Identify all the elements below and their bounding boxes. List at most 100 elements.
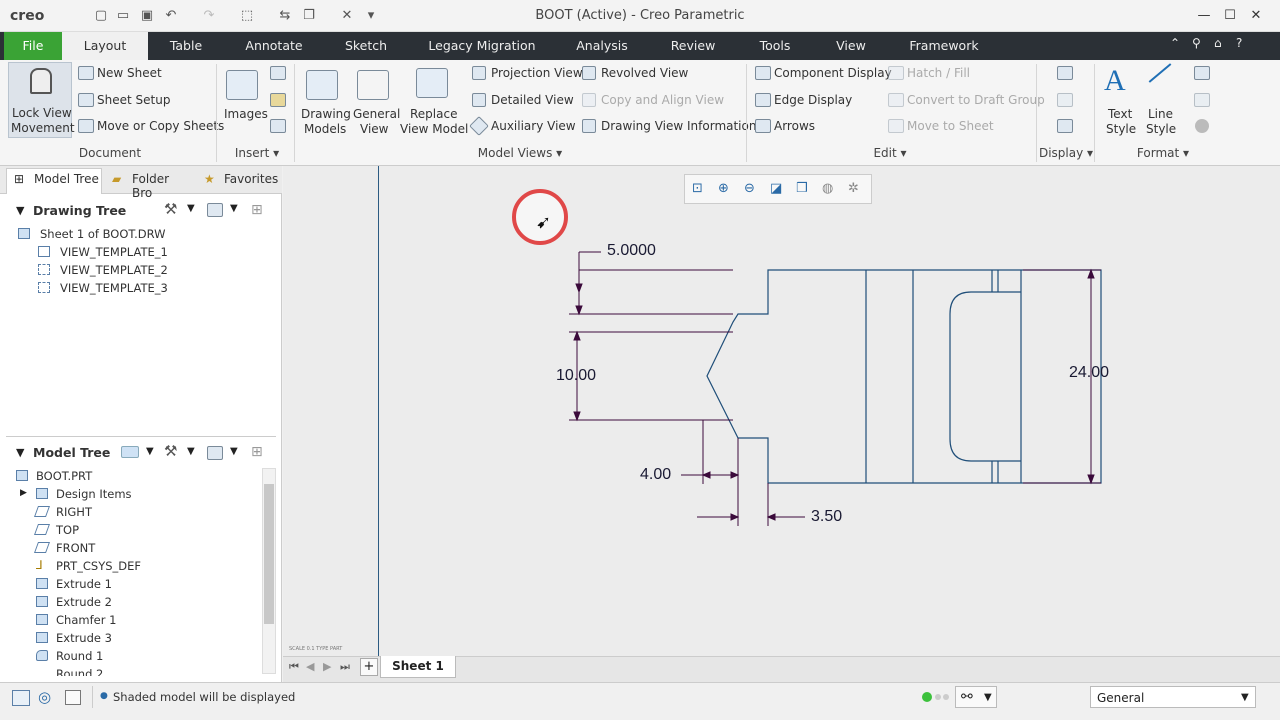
display-style-icon[interactable] xyxy=(121,446,139,458)
display-option-3-icon[interactable] xyxy=(1057,119,1073,133)
drawing-view-information-button[interactable]: Drawing View Information xyxy=(601,119,756,133)
arrows-button[interactable]: Arrows xyxy=(774,119,815,133)
tab-framework[interactable]: Framework xyxy=(898,32,990,60)
collapse-ribbon-icon[interactable]: ⌃ xyxy=(1170,36,1180,50)
tab-file[interactable]: File xyxy=(4,32,62,60)
model-tree-columns-icon[interactable] xyxy=(207,446,223,460)
group-display-label[interactable]: Display ▾ xyxy=(1036,146,1096,160)
display-option-1-icon[interactable] xyxy=(1057,66,1073,80)
format-option-3-icon[interactable] xyxy=(1195,119,1209,133)
help-icon[interactable]: ? xyxy=(1236,36,1242,50)
group-edit-label[interactable]: Edit ▾ xyxy=(860,146,920,160)
model-tree-settings-icon[interactable]: ⚒ xyxy=(164,442,177,460)
tree-item-top[interactable]: TOP xyxy=(56,523,79,537)
filter-chevron-icon[interactable]: ▼ xyxy=(1241,692,1249,703)
hatch-fill-button[interactable]: Hatch / Fill xyxy=(907,66,970,80)
tree-item-view-template-1[interactable]: VIEW_TEMPLATE_1 xyxy=(60,245,168,259)
add-sheet-button[interactable]: + xyxy=(360,658,378,676)
dimension-5[interactable]: 5.0000 xyxy=(607,242,656,260)
dimension-3-5[interactable]: 3.50 xyxy=(811,508,842,526)
prev-sheet-icon[interactable]: ◀ xyxy=(306,660,314,673)
next-sheet-icon[interactable]: ▶ xyxy=(323,660,331,673)
model-tree-filter-icon[interactable]: ⊞ xyxy=(251,444,263,460)
drawing-view[interactable]: SCALE 0.1 TYPE PART xyxy=(283,166,1280,656)
auxiliary-view-button[interactable]: Auxiliary View xyxy=(491,119,576,133)
tab-favorites[interactable]: Favorites xyxy=(224,172,278,186)
tree-item-chamfer-1[interactable]: Chamfer 1 xyxy=(56,613,116,627)
edge-display-button[interactable]: Edge Display xyxy=(774,93,852,107)
tree-item-extrude-1[interactable]: Extrude 1 xyxy=(56,577,112,591)
search-icon[interactable]: ⚲ xyxy=(1192,36,1201,50)
tree-columns-chevron-icon[interactable]: ▼ xyxy=(230,203,238,214)
revolved-view-button[interactable]: Revolved View xyxy=(601,66,688,80)
tree-settings-icon[interactable]: ⚒ xyxy=(164,200,177,218)
dimension-24[interactable]: 24.00 xyxy=(1069,364,1109,382)
tree-item-front[interactable]: FRONT xyxy=(56,541,95,555)
show-navigator-icon[interactable] xyxy=(12,690,30,706)
drawing-models-button[interactable]: Drawing xyxy=(301,107,351,121)
projection-view-button[interactable]: Projection View xyxy=(491,66,583,80)
display-option-2-icon[interactable] xyxy=(1057,93,1073,107)
detailed-view-button[interactable]: Detailed View xyxy=(491,93,574,107)
tree-item-view-template-2[interactable]: VIEW_TEMPLATE_2 xyxy=(60,263,168,277)
replace-view-model-button[interactable]: Replace xyxy=(410,107,457,121)
first-sheet-icon[interactable]: ⏮ xyxy=(289,660,299,674)
find-chevron-icon[interactable]: ▼ xyxy=(984,692,992,703)
tree-item-round-2[interactable]: Round 2 xyxy=(56,668,103,676)
tree-item-extrude-2[interactable]: Extrude 2 xyxy=(56,595,112,609)
tree-item-right[interactable]: RIGHT xyxy=(56,505,92,519)
format-option-2-icon[interactable] xyxy=(1194,93,1210,107)
tree-item-extrude-3[interactable]: Extrude 3 xyxy=(56,631,112,645)
dimension-10[interactable]: 10.00 xyxy=(556,367,596,385)
close-icon[interactable]: ✕ xyxy=(1246,6,1266,26)
tab-layout[interactable]: Layout xyxy=(62,32,148,60)
group-insert-label[interactable]: Insert ▾ xyxy=(222,146,292,160)
tab-sketch[interactable]: Sketch xyxy=(330,32,402,60)
line-style-button[interactable]: Line xyxy=(1148,107,1173,121)
collapse-drawing-tree-icon[interactable]: ▼ xyxy=(16,204,24,217)
tab-tools[interactable]: Tools xyxy=(746,32,804,60)
display-style-chevron-icon[interactable]: ▼ xyxy=(146,446,154,457)
tree-item-boot-prt[interactable]: BOOT.PRT xyxy=(36,469,92,483)
component-display-button[interactable]: Component Display xyxy=(774,66,892,80)
model-tree-settings-chevron-icon[interactable]: ▼ xyxy=(187,446,195,457)
tab-table[interactable]: Table xyxy=(148,32,224,60)
tree-columns-icon[interactable] xyxy=(207,203,223,217)
tree-item-sheet1[interactable]: Sheet 1 of BOOT.DRW xyxy=(40,227,165,241)
tab-review[interactable]: Review xyxy=(656,32,730,60)
full-screen-icon[interactable] xyxy=(65,690,81,705)
maximize-icon[interactable]: ☐ xyxy=(1220,6,1240,26)
last-sheet-icon[interactable]: ⏭ xyxy=(340,660,350,674)
group-format-label[interactable]: Format ▾ xyxy=(1130,146,1196,160)
sheet-setup-button[interactable]: Sheet Setup xyxy=(97,93,170,107)
expand-icon[interactable]: ▶ xyxy=(20,488,27,498)
tree-filter-icon[interactable]: ⊞ xyxy=(251,202,263,218)
dimension-4[interactable]: 4.00 xyxy=(640,466,671,484)
tree-item-design-items[interactable]: Design Items xyxy=(56,487,132,501)
tab-legacy-migration[interactable]: Legacy Migration xyxy=(416,32,548,60)
tab-annotate[interactable]: Annotate xyxy=(232,32,316,60)
tree-item-view-template-3[interactable]: VIEW_TEMPLATE_3 xyxy=(60,281,168,295)
convert-to-draft-group-button[interactable]: Convert to Draft Group xyxy=(907,93,1045,107)
browser-icon[interactable]: ◎ xyxy=(38,688,51,706)
format-option-1-icon[interactable] xyxy=(1194,66,1210,80)
model-tree-columns-chevron-icon[interactable]: ▼ xyxy=(230,446,238,457)
learning-icon[interactable]: ⌂ xyxy=(1214,36,1222,50)
sheet-tab[interactable]: Sheet 1 xyxy=(380,656,456,678)
new-sheet-button[interactable]: New Sheet xyxy=(97,66,162,80)
text-style-button[interactable]: Text xyxy=(1108,107,1132,121)
tree-settings-chevron-icon[interactable]: ▼ xyxy=(187,203,195,214)
copy-align-view-button[interactable]: Copy and Align View xyxy=(601,93,724,107)
insert-object-icon[interactable] xyxy=(270,66,286,80)
move-to-sheet-button[interactable]: Move to Sheet xyxy=(907,119,994,133)
tab-analysis[interactable]: Analysis xyxy=(564,32,640,60)
tab-view[interactable]: View xyxy=(822,32,880,60)
general-view-button[interactable]: General xyxy=(353,107,400,121)
insert-frame-icon[interactable] xyxy=(270,119,286,133)
minimize-icon[interactable]: — xyxy=(1194,6,1214,26)
model-tree-scroll-thumb[interactable] xyxy=(264,484,274,624)
panel-divider[interactable] xyxy=(6,436,276,437)
tab-folder-browser[interactable]: Folder Bro xyxy=(132,172,184,200)
images-button[interactable]: Images xyxy=(224,107,268,121)
group-model-views-label[interactable]: Model Views ▾ xyxy=(460,146,580,160)
